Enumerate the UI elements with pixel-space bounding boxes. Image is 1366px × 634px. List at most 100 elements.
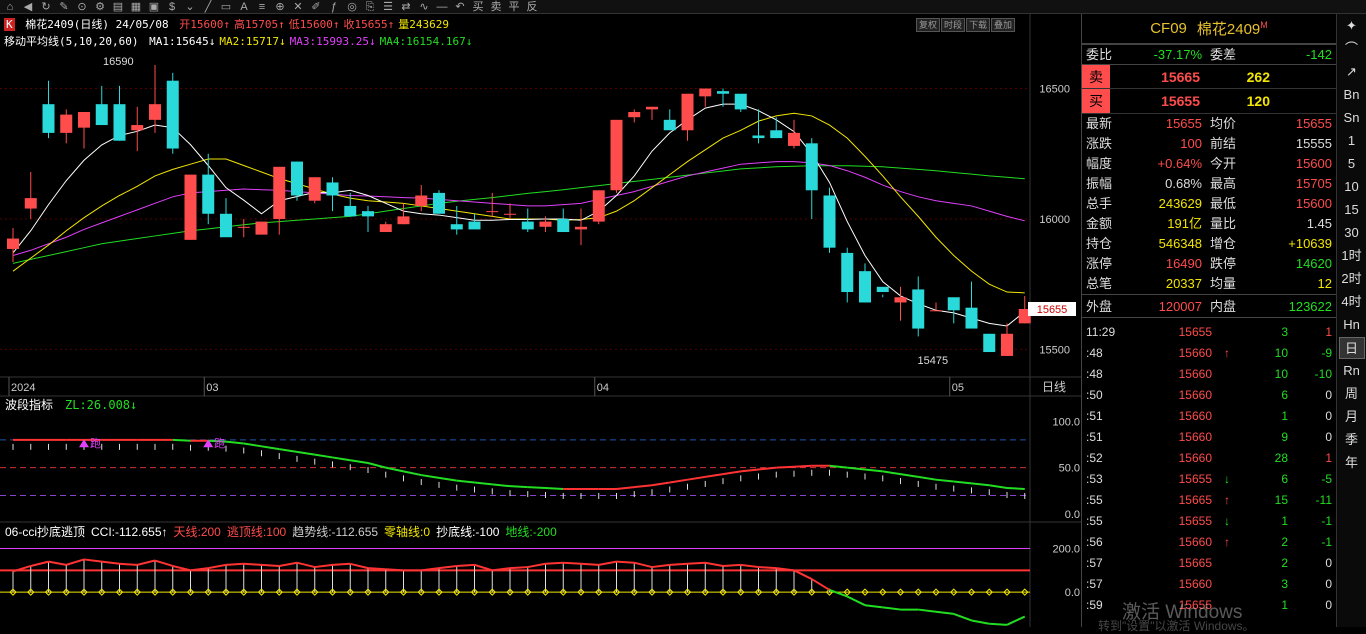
rect-icon[interactable]: ▭	[220, 1, 232, 13]
cmp-icon[interactable]: ⇄	[400, 1, 412, 13]
stat-label: 最新	[1086, 116, 1113, 131]
ohlc-item: 量243629	[398, 18, 449, 31]
chart-tab[interactable]: 下载	[966, 18, 991, 32]
period-1[interactable]: Sn	[1339, 107, 1365, 129]
cci-segment	[279, 561, 298, 567]
tick-arrow-icon	[1212, 574, 1242, 595]
tick-time: :48	[1086, 367, 1103, 381]
trade-button-2[interactable]: 平	[508, 1, 520, 13]
period-4[interactable]: 10	[1339, 176, 1365, 198]
sidebar-tool-icon[interactable]: ⌒	[1339, 38, 1365, 60]
period-12[interactable]: Rn	[1339, 360, 1365, 382]
trade-button-0[interactable]: 买	[472, 1, 484, 13]
cci-segment	[509, 566, 528, 570]
cci-param: 趋势线:-112.655	[292, 525, 378, 539]
candle-body	[415, 195, 428, 206]
chart-tab[interactable]: 叠加	[991, 18, 1016, 32]
text-icon[interactable]: A	[238, 1, 250, 13]
min-icon[interactable]: —	[436, 1, 448, 13]
pencil-icon[interactable]: ✎	[58, 1, 70, 13]
zoom-icon[interactable]: ⊕	[274, 1, 286, 13]
fx-icon[interactable]: ƒ	[328, 1, 340, 13]
tick-list[interactable]: 11:29 15655 3 1:48 15660 ↑ 10 -9:48 15660 10 -10:5…	[1082, 317, 1336, 616]
clip-icon[interactable]: ⎘	[364, 1, 376, 13]
target-icon[interactable]: ◎	[346, 1, 358, 13]
period-9[interactable]: 4时	[1339, 291, 1365, 313]
stat-value: 1.45	[1306, 216, 1332, 231]
period-sidebar: ✦ ⌒ ↗ Bn Sn 1 5 10 15 30 1时 2时 4时 Hn 日 Rn 周月季年	[1336, 14, 1366, 627]
menu-icon[interactable]: ☰	[382, 1, 394, 13]
stat-row: 总笔 20337 均量 12	[1082, 274, 1336, 294]
stat-row: 涨停 16490 跌停 14620	[1082, 254, 1336, 274]
chevron-icon[interactable]: ⌄	[184, 1, 196, 13]
candle-body	[326, 182, 339, 196]
zl-segment	[705, 473, 724, 478]
trade-button-1[interactable]: 卖	[490, 1, 502, 13]
lock-icon[interactable]: ▤	[112, 1, 124, 13]
chart-area[interactable]: 15500 16000 16500 2024 03 04 05 日线 16590 15475 156…	[0, 14, 1081, 627]
back2-icon[interactable]: ↶	[454, 1, 466, 13]
trade-button-3[interactable]: 反	[526, 1, 538, 13]
period-5[interactable]: 15	[1339, 199, 1365, 221]
stat-value: 15600	[1295, 196, 1332, 211]
period-14[interactable]: 月	[1339, 406, 1365, 428]
cci-segment	[243, 562, 262, 566]
sidebar-tool-icon[interactable]: ✦	[1339, 15, 1365, 37]
stat-label: 涨跌	[1086, 136, 1113, 151]
candle-body	[841, 252, 854, 293]
period-0[interactable]: Bn	[1339, 84, 1365, 106]
tick-oi-change: -5	[1321, 472, 1332, 486]
period-13[interactable]: 周	[1339, 383, 1365, 405]
period-7[interactable]: 1时	[1339, 245, 1365, 267]
quote-panel: CF09 棉花2409M 委比 -37.17% 委差 -142 卖 15665 …	[1081, 14, 1336, 627]
period-3[interactable]: 5	[1339, 153, 1365, 175]
candle-body	[273, 166, 286, 219]
tick-volume: 6	[1281, 388, 1288, 402]
chart-tabs: 复权 时段 下载 叠加	[916, 18, 1016, 32]
period-10[interactable]: Hn	[1339, 314, 1365, 336]
zl-segment	[296, 450, 315, 456]
chart-tab[interactable]: 复权	[916, 18, 941, 32]
pane-title: 06-cci抄底逃顶 CCI:-112.655↑ 天线:200 逃顶线:100 趋势线:…	[5, 524, 557, 539]
stat-value: 16490	[1165, 256, 1202, 271]
period-11[interactable]: 日	[1338, 337, 1365, 359]
sidebar-tool-icon[interactable]: ↗	[1339, 61, 1365, 83]
back-icon[interactable]: ◀	[22, 1, 34, 13]
chart-tab[interactable]: 时段	[941, 18, 966, 32]
stat-label: 总手	[1086, 196, 1113, 211]
dollar-icon[interactable]: $	[166, 1, 178, 13]
candle-body	[237, 226, 250, 228]
period-2[interactable]: 1	[1339, 130, 1365, 152]
zl-segment	[332, 456, 351, 462]
stat-value: 15655	[1295, 116, 1332, 131]
cci-param: 抄底线:-100	[436, 524, 500, 539]
draw-icon[interactable]: ✐	[310, 1, 322, 13]
zl-segment	[864, 468, 883, 473]
cci-segment	[261, 563, 280, 567]
candle-body	[894, 297, 907, 303]
bars-icon[interactable]: ≡	[256, 1, 268, 13]
toolbar: ⌂ ◀ ↻ ✎ ⊙ ⚙ ▤ ▦ ▣ $ ⌄ ╱ ▭ A ≡ ⊕ ✕ ✐ ƒ ◎ ⎘ ☰ ⇄ ∿ — ↶ 买卖平反	[0, 0, 1366, 14]
tick-volume: 28	[1274, 451, 1288, 465]
period-16[interactable]: 年	[1339, 452, 1365, 474]
period-8[interactable]: 2时	[1339, 268, 1365, 290]
wave-icon[interactable]: ∿	[418, 1, 430, 13]
zl-segment	[225, 440, 244, 445]
zl-segment	[989, 484, 1008, 490]
x-icon[interactable]: ✕	[292, 1, 304, 13]
refresh-icon[interactable]: ↻	[40, 1, 52, 13]
home-icon[interactable]: ⌂	[4, 1, 16, 13]
tick-arrow-icon	[1212, 385, 1242, 406]
pin-icon[interactable]: ⊙	[76, 1, 88, 13]
x-tick-label: 03	[206, 382, 218, 394]
period-15[interactable]: 季	[1339, 429, 1365, 451]
zl-segment	[740, 468, 759, 473]
period-6[interactable]: 30	[1339, 222, 1365, 244]
zl-segment	[474, 481, 493, 486]
zl-segment	[918, 475, 937, 481]
grid-icon[interactable]: ▦	[130, 1, 142, 13]
gear-icon[interactable]: ⚙	[94, 1, 106, 13]
line-icon[interactable]: ╱	[202, 1, 214, 13]
doc-icon[interactable]: ▣	[148, 1, 160, 13]
zl-segment	[935, 478, 954, 483]
